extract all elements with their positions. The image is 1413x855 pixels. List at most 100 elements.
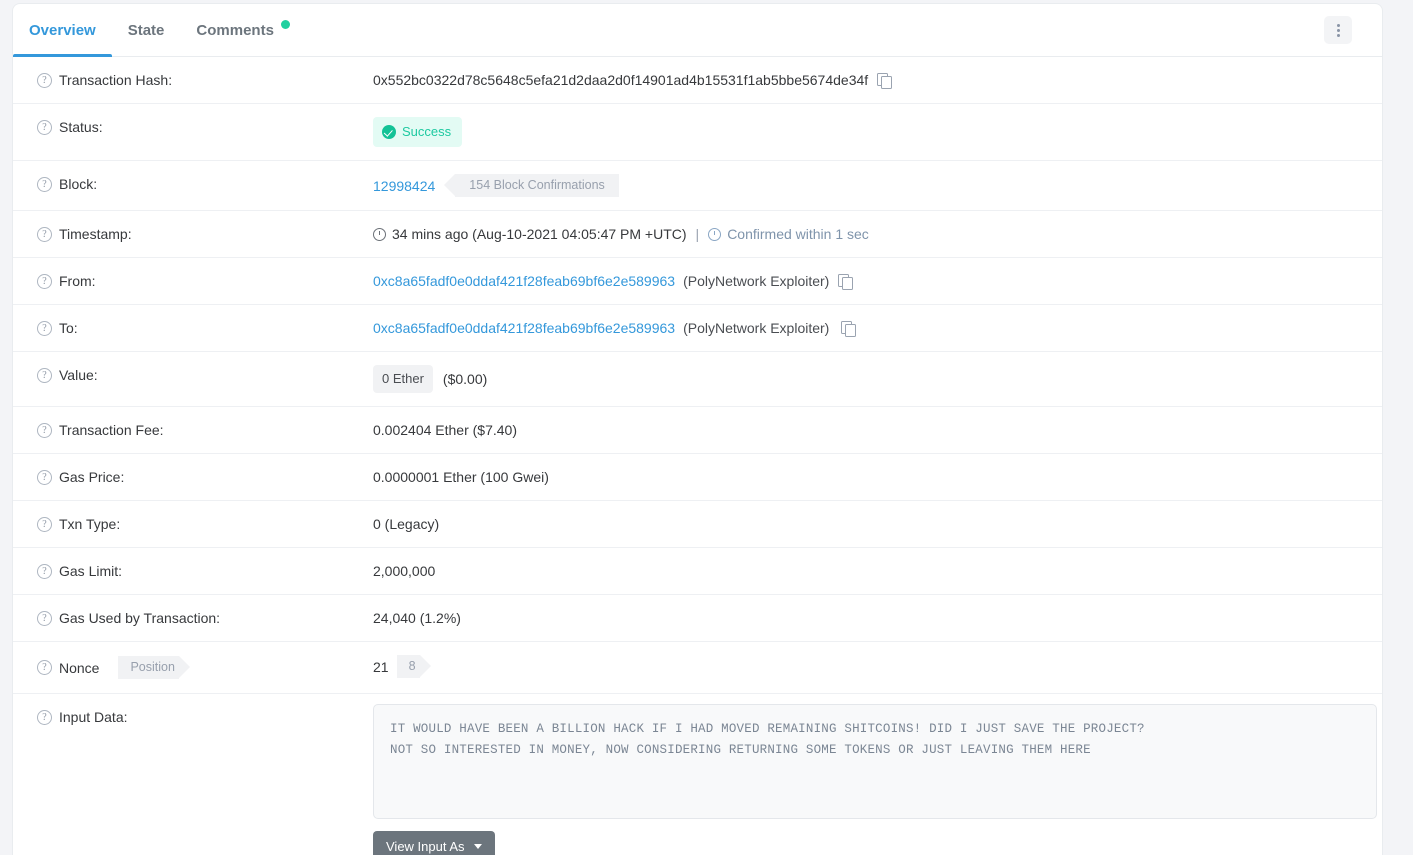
help-icon[interactable]: ? bbox=[37, 516, 52, 532]
copy-icon[interactable] bbox=[877, 72, 893, 89]
tab-comments[interactable]: Comments bbox=[180, 4, 306, 56]
help-icon[interactable]: ? bbox=[37, 273, 52, 289]
help-icon[interactable]: ? bbox=[37, 226, 52, 242]
help-icon[interactable]: ? bbox=[37, 422, 52, 438]
value-gas-limit: 2,000,000 bbox=[373, 548, 1366, 594]
label-gas-price: ? Gas Price: bbox=[37, 454, 373, 500]
row-block: ? Block: 12998424 154 Block Confirmation… bbox=[13, 161, 1382, 211]
label-value: ? Value: bbox=[37, 352, 373, 398]
tab-state-label: State bbox=[127, 21, 165, 39]
value-transaction-fee: 0.002404 Ether ($7.40) bbox=[373, 407, 1366, 453]
label-text: Txn Type: bbox=[59, 516, 121, 532]
label-text: Gas Used by Transaction: bbox=[59, 610, 221, 626]
value-transaction-hash: 0x552bc0322d78c5648c5efa21d2daa2d0f14901… bbox=[373, 57, 1366, 103]
row-txn-type: ? Txn Type: 0 (Legacy) bbox=[13, 501, 1382, 548]
block-confirmations-badge: 154 Block Confirmations bbox=[444, 174, 619, 197]
timestamp-separator: | bbox=[695, 226, 700, 242]
value-value: 0 Ether ($0.00) bbox=[373, 352, 1366, 406]
help-icon[interactable]: ? bbox=[37, 563, 52, 579]
value-block: 12998424 154 Block Confirmations bbox=[373, 161, 1366, 210]
position-badge-label: Position bbox=[118, 656, 191, 679]
label-txn-type: ? Txn Type: bbox=[37, 501, 373, 547]
label-text: Status: bbox=[59, 119, 103, 135]
label-block: ? Block: bbox=[37, 161, 373, 207]
overview-card: Overview State Comments ? Transaction Ha… bbox=[12, 3, 1383, 855]
label-text: Value: bbox=[59, 367, 98, 383]
label-transaction-fee: ? Transaction Fee: bbox=[37, 407, 373, 453]
more-options-icon[interactable] bbox=[1324, 16, 1352, 44]
help-icon[interactable]: ? bbox=[37, 72, 52, 88]
label-gas-used: ? Gas Used by Transaction: bbox=[37, 595, 373, 641]
position-value-badge: 8 bbox=[396, 655, 431, 678]
view-input-as-button[interactable]: View Input As bbox=[373, 831, 495, 855]
tab-bar-spacer bbox=[306, 4, 1324, 56]
notification-dot-icon bbox=[280, 20, 290, 29]
help-icon[interactable]: ? bbox=[37, 610, 52, 626]
label-text: Gas Limit: bbox=[59, 563, 123, 579]
value-amount-badge: 0 Ether bbox=[373, 365, 433, 393]
timestamp-text: 34 mins ago (Aug-10-2021 04:05:47 PM +UT… bbox=[392, 226, 687, 242]
help-icon[interactable]: ? bbox=[37, 660, 52, 675]
from-address-link[interactable]: 0xc8a65fadf0e0ddaf421f28feab69bf6e2e5899… bbox=[373, 271, 675, 291]
label-text: From: bbox=[59, 273, 96, 289]
value-input-data: View Input As bbox=[373, 694, 1377, 855]
help-icon[interactable]: ? bbox=[37, 367, 52, 383]
label-gas-limit: ? Gas Limit: bbox=[37, 548, 373, 594]
input-data-textarea[interactable] bbox=[373, 704, 1377, 819]
txn-type-text: 0 (Legacy) bbox=[373, 516, 440, 532]
status-badge: Success bbox=[373, 117, 463, 147]
label-text: Transaction Fee: bbox=[59, 422, 164, 438]
transaction-details-page: Overview State Comments ? Transaction Ha… bbox=[0, 0, 1413, 855]
help-icon[interactable]: ? bbox=[37, 176, 52, 192]
transaction-hash-text: 0x552bc0322d78c5648c5efa21d2daa2d0f14901… bbox=[373, 72, 869, 88]
confirmed-within-text: Confirmed within 1 sec bbox=[727, 226, 869, 242]
tab-overview[interactable]: Overview bbox=[13, 4, 112, 57]
tab-state[interactable]: State bbox=[112, 4, 181, 56]
value-to: 0xc8a65fadf0e0ddaf421f28feab69bf6e2e5899… bbox=[373, 305, 1366, 351]
help-icon[interactable]: ? bbox=[37, 119, 52, 135]
label-text: Block: bbox=[59, 176, 98, 192]
label-text: Timestamp: bbox=[59, 226, 132, 242]
value-gas-price: 0.0000001 Ether (100 Gwei) bbox=[373, 454, 1366, 500]
label-transaction-hash: ? Transaction Hash: bbox=[37, 57, 373, 103]
transaction-fee-text: 0.002404 Ether ($7.40) bbox=[373, 422, 517, 438]
label-text: Input Data: bbox=[59, 709, 128, 725]
row-transaction-fee: ? Transaction Fee: 0.002404 Ether ($7.40… bbox=[13, 407, 1382, 454]
label-from: ? From: bbox=[37, 258, 373, 304]
label-status: ? Status: bbox=[37, 104, 373, 150]
label-text: To: bbox=[59, 320, 78, 336]
row-input-data: ? Input Data: View Input As bbox=[13, 694, 1382, 855]
help-icon[interactable]: ? bbox=[37, 709, 52, 725]
row-to: ? To: 0xc8a65fadf0e0ddaf421f28feab69bf6e… bbox=[13, 305, 1382, 352]
status-badge-label: Success bbox=[402, 124, 452, 139]
block-number-link[interactable]: 12998424 bbox=[373, 176, 435, 196]
from-address-tag: (PolyNetwork Exploiter) bbox=[683, 273, 830, 289]
tab-bar: Overview State Comments bbox=[13, 4, 1382, 57]
to-address-tag: (PolyNetwork Exploiter) bbox=[683, 320, 830, 336]
gas-limit-text: 2,000,000 bbox=[373, 563, 436, 579]
view-input-as-label: View Input As bbox=[386, 839, 465, 854]
copy-icon[interactable] bbox=[838, 273, 854, 290]
value-txn-type: 0 (Legacy) bbox=[373, 501, 1366, 547]
row-value: ? Value: 0 Ether ($0.00) bbox=[13, 352, 1382, 407]
help-icon[interactable]: ? bbox=[37, 320, 52, 336]
label-nonce: ? Nonce Position bbox=[37, 642, 373, 693]
label-text: Nonce bbox=[59, 659, 100, 676]
input-data-wrap: View Input As bbox=[373, 704, 1377, 855]
label-to: ? To: bbox=[37, 305, 373, 351]
help-icon[interactable]: ? bbox=[37, 469, 52, 485]
copy-icon[interactable] bbox=[841, 320, 857, 337]
check-circle-icon bbox=[382, 125, 396, 139]
row-gas-price: ? Gas Price: 0.0000001 Ether (100 Gwei) bbox=[13, 454, 1382, 501]
to-address-link[interactable]: 0xc8a65fadf0e0ddaf421f28feab69bf6e2e5899… bbox=[373, 318, 675, 338]
value-timestamp: 34 mins ago (Aug-10-2021 04:05:47 PM +UT… bbox=[373, 211, 1366, 257]
clock-icon bbox=[373, 227, 386, 241]
row-nonce: ? Nonce Position 21 8 bbox=[13, 642, 1382, 694]
label-text: Gas Price: bbox=[59, 469, 125, 485]
label-input-data: ? Input Data: bbox=[37, 694, 373, 740]
label-text: Transaction Hash: bbox=[59, 72, 173, 88]
row-timestamp: ? Timestamp: 34 mins ago (Aug-10-2021 04… bbox=[13, 211, 1382, 258]
nonce-value-text: 21 bbox=[373, 658, 389, 675]
value-from: 0xc8a65fadf0e0ddaf421f28feab69bf6e2e5899… bbox=[373, 258, 1366, 304]
tab-overview-label: Overview bbox=[29, 21, 96, 39]
